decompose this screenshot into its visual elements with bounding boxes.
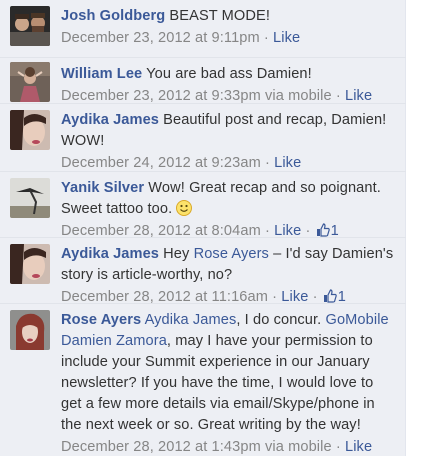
avatar[interactable] [10, 310, 50, 350]
comment: Aydika James Hey Rose Ayers – I'd say Da… [0, 238, 406, 305]
commenter-name[interactable]: Yanik Silver [61, 180, 144, 196]
like-link[interactable]: Like [273, 30, 300, 46]
separator: · [267, 289, 282, 305]
separator: · [259, 30, 274, 46]
comment-text: You are bad ass Damien! [142, 66, 312, 82]
comment: Yanik Silver Wow! Great recap and so poi… [0, 172, 406, 239]
comment-timestamp[interactable]: December 28, 2012 at 1:43pm via mobile [61, 439, 332, 455]
like-count[interactable]: 1 [315, 223, 339, 239]
comment: Josh Goldberg BEAST MODE! December 23, 2… [0, 0, 406, 58]
comment-timestamp[interactable]: December 28, 2012 at 11:16am [61, 289, 268, 305]
commenter-name[interactable]: William Lee [61, 66, 142, 82]
comment: Rose Ayers Aydika James, I do concur. Go… [0, 304, 406, 456]
separator: · [331, 439, 345, 455]
avatar[interactable] [10, 6, 50, 46]
comment-text: Hey [159, 246, 194, 262]
comment-text: , I do concur. [236, 312, 326, 328]
commenter-name[interactable]: Rose Ayers [61, 312, 141, 328]
like-link[interactable]: Like [281, 289, 308, 305]
comment-timestamp[interactable]: December 24, 2012 at 9:23am [61, 155, 261, 171]
avatar[interactable] [10, 244, 50, 284]
avatar[interactable] [10, 110, 50, 150]
comment-timestamp[interactable]: December 23, 2012 at 9:33pm via mobile [61, 88, 332, 104]
separator: · [260, 223, 275, 239]
like-link[interactable]: Like [345, 88, 372, 104]
comment-timestamp[interactable]: December 23, 2012 at 9:11pm [61, 30, 260, 46]
like-link[interactable]: Like [274, 223, 301, 239]
separator: · [260, 155, 275, 171]
like-count[interactable]: 1 [322, 289, 346, 305]
commenter-name[interactable]: Josh Goldberg [61, 8, 165, 24]
comment: Aydika James Beautiful post and recap, D… [0, 104, 406, 172]
separator: · [331, 88, 345, 104]
like-link[interactable]: Like [274, 155, 301, 171]
like-count-number: 1 [337, 289, 346, 305]
thumbs-up-icon [316, 222, 330, 237]
commenter-name[interactable]: Aydika James [61, 246, 159, 262]
like-link[interactable]: Like [345, 439, 372, 455]
avatar[interactable] [10, 62, 50, 102]
thumbs-up-icon [323, 288, 337, 303]
commenter-name[interactable]: Aydika James [61, 112, 159, 128]
mention-link[interactable]: Rose Ayers [194, 246, 269, 262]
mention-link[interactable]: Aydika James [145, 312, 237, 328]
separator: · [308, 289, 322, 305]
page-margin [406, 0, 428, 456]
comment-text: BEAST MODE! [165, 8, 271, 24]
avatar[interactable] [10, 178, 50, 218]
comment: William Lee You are bad ass Damien! Dece… [0, 58, 406, 104]
separator: · [301, 223, 315, 239]
smiley-emoticon-icon [176, 200, 193, 216]
comment-timestamp[interactable]: December 28, 2012 at 8:04am [61, 223, 261, 239]
like-count-number: 1 [330, 223, 339, 239]
comment-meta: December 23, 2012 at 9:11pm · Like [61, 27, 398, 50]
comment-thread: Josh Goldberg BEAST MODE! December 23, 2… [0, 0, 406, 456]
